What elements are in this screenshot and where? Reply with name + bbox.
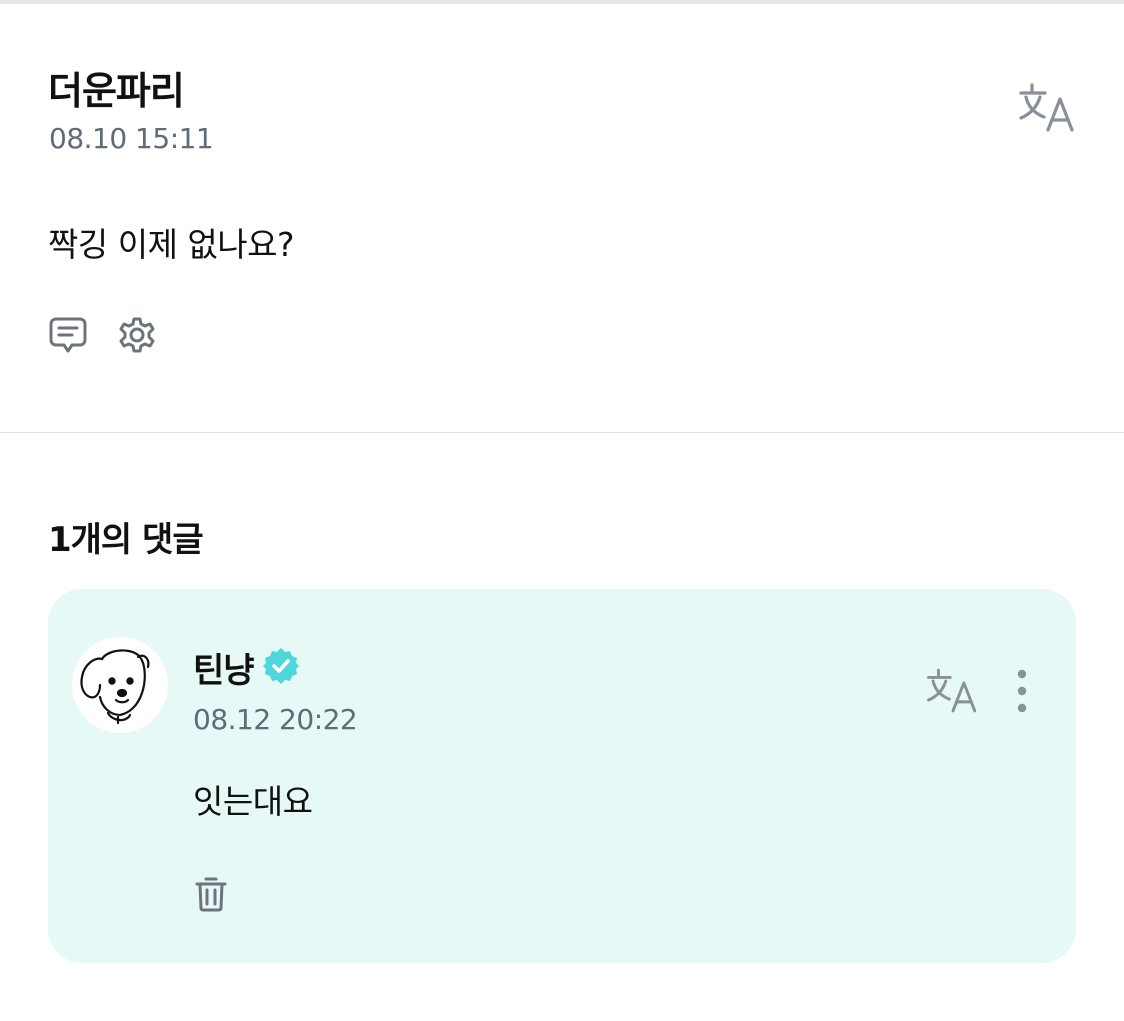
comment-icon[interactable] (48, 316, 88, 354)
post-body: 짝깅 이제 없나요? (48, 225, 295, 264)
trash-icon[interactable] (194, 875, 228, 917)
more-vertical-icon[interactable] (1006, 669, 1038, 717)
comments-count-heading: 1개의 댓글 (48, 520, 204, 560)
comment-item: 틴냥 08.12 20:22 잇는대요 (48, 589, 1076, 963)
post: 더운파리 08.10 15:11 짝깅 이제 없나요? (0, 4, 1124, 432)
post-timestamp: 08.10 15:11 (49, 122, 214, 155)
post-actions (48, 316, 156, 354)
translate-icon[interactable] (1016, 80, 1080, 136)
translate-icon[interactable] (924, 665, 982, 717)
comment-body: 잇는대요 (193, 782, 313, 821)
gear-icon[interactable] (118, 316, 156, 354)
comment-timestamp: 08.12 20:22 (193, 703, 358, 736)
verified-badge-icon (260, 645, 302, 691)
puppy-avatar[interactable] (72, 637, 168, 733)
commenter: 틴냥 (193, 643, 302, 692)
comment-author[interactable]: 틴냥 (193, 643, 255, 692)
section-divider (0, 432, 1124, 433)
post-author[interactable]: 더운파리 (48, 60, 185, 115)
